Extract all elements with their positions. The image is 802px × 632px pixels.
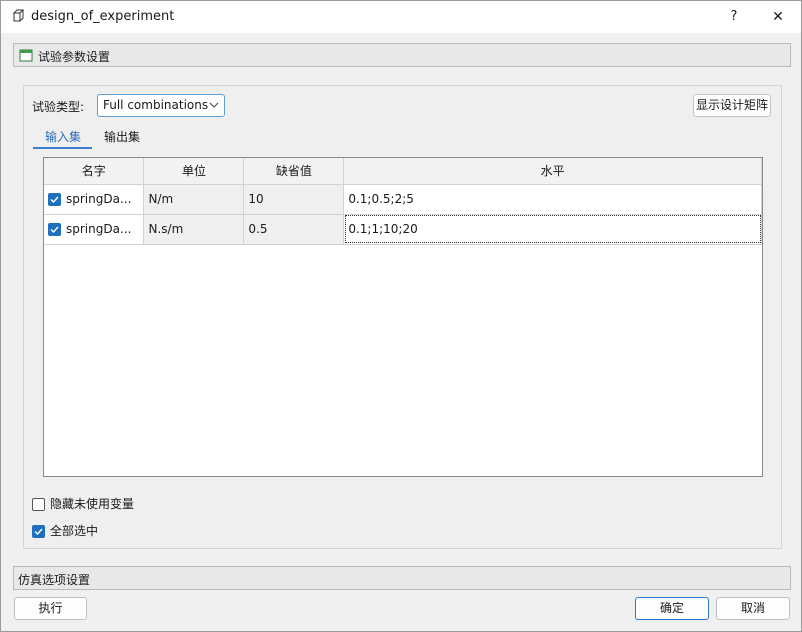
name-cell[interactable]: springDa... [44,184,145,215]
row-checkbox[interactable] [48,193,61,206]
name-cell[interactable]: springDa... [44,214,145,245]
levels-cell[interactable]: 0.1;1;10;20 [343,214,762,245]
tab-output-set[interactable]: 输出集 [104,128,140,145]
variable-name: springDa... [66,192,132,206]
default-cell[interactable]: 0.5 [243,214,345,245]
hide-unused-option[interactable]: 隐藏未使用变量 [32,495,134,512]
close-button[interactable]: ✕ [763,3,793,31]
experiment-type-select[interactable]: Full combinations [97,94,225,117]
experiment-type-value: Full combinations [103,98,209,112]
table-header-row: 名字 单位 缺省值 水平 [44,158,762,185]
unit-cell: N.s/m [143,214,245,245]
ok-button[interactable]: 确定 [635,597,709,620]
variable-name: springDa... [66,222,132,236]
select-all-label: 全部选中 [50,524,99,538]
dialog-window: design_of_experiment ? ✕ 试验参数设置 试验类型: Fu… [0,0,802,632]
levels-cell[interactable]: 0.1;0.5;2;5 [343,184,762,215]
sim-section-title: 仿真选项设置 [18,573,91,587]
table-row[interactable]: springDa... N.s/m 0.5 0.1;1;10;20 [44,214,762,245]
column-header-name[interactable]: 名字 [44,158,145,185]
hide-unused-label: 隐藏未使用变量 [50,497,135,511]
table-row[interactable]: springDa... N/m 10 0.1;0.5;2;5 [44,184,762,215]
help-button[interactable]: ? [719,3,749,31]
cancel-button[interactable]: 取消 [716,597,790,620]
params-section-header[interactable]: 试验参数设置 [13,43,791,67]
tab-input-set[interactable]: 输入集 [45,128,81,145]
run-button[interactable]: 执行 [14,597,87,620]
settings-sheet-icon [19,48,33,62]
active-tab-indicator [33,147,92,149]
sim-section-header[interactable]: 仿真选项设置 [13,566,791,590]
title-bar: design_of_experiment ? ✕ [1,1,801,33]
column-header-levels[interactable]: 水平 [343,158,762,185]
column-header-default[interactable]: 缺省值 [243,158,345,185]
select-all-option[interactable]: 全部选中 [32,522,98,539]
show-design-matrix-button[interactable]: 显示设计矩阵 [693,94,771,117]
hide-unused-checkbox[interactable] [32,498,45,511]
unit-cell: N/m [143,184,245,215]
select-all-checkbox[interactable] [32,525,45,538]
column-header-unit[interactable]: 单位 [143,158,245,185]
default-cell[interactable]: 10 [243,184,345,215]
row-checkbox[interactable] [48,223,61,236]
variables-table: 名字 单位 缺省值 水平 springDa... N/m 10 0.1;0.5;… [43,157,763,477]
experiment-type-label: 试验类型: [32,100,85,114]
cube-icon [11,9,25,23]
chevron-down-icon [209,95,219,116]
params-section-title: 试验参数设置 [38,50,111,64]
window-title: design_of_experiment [31,9,175,24]
